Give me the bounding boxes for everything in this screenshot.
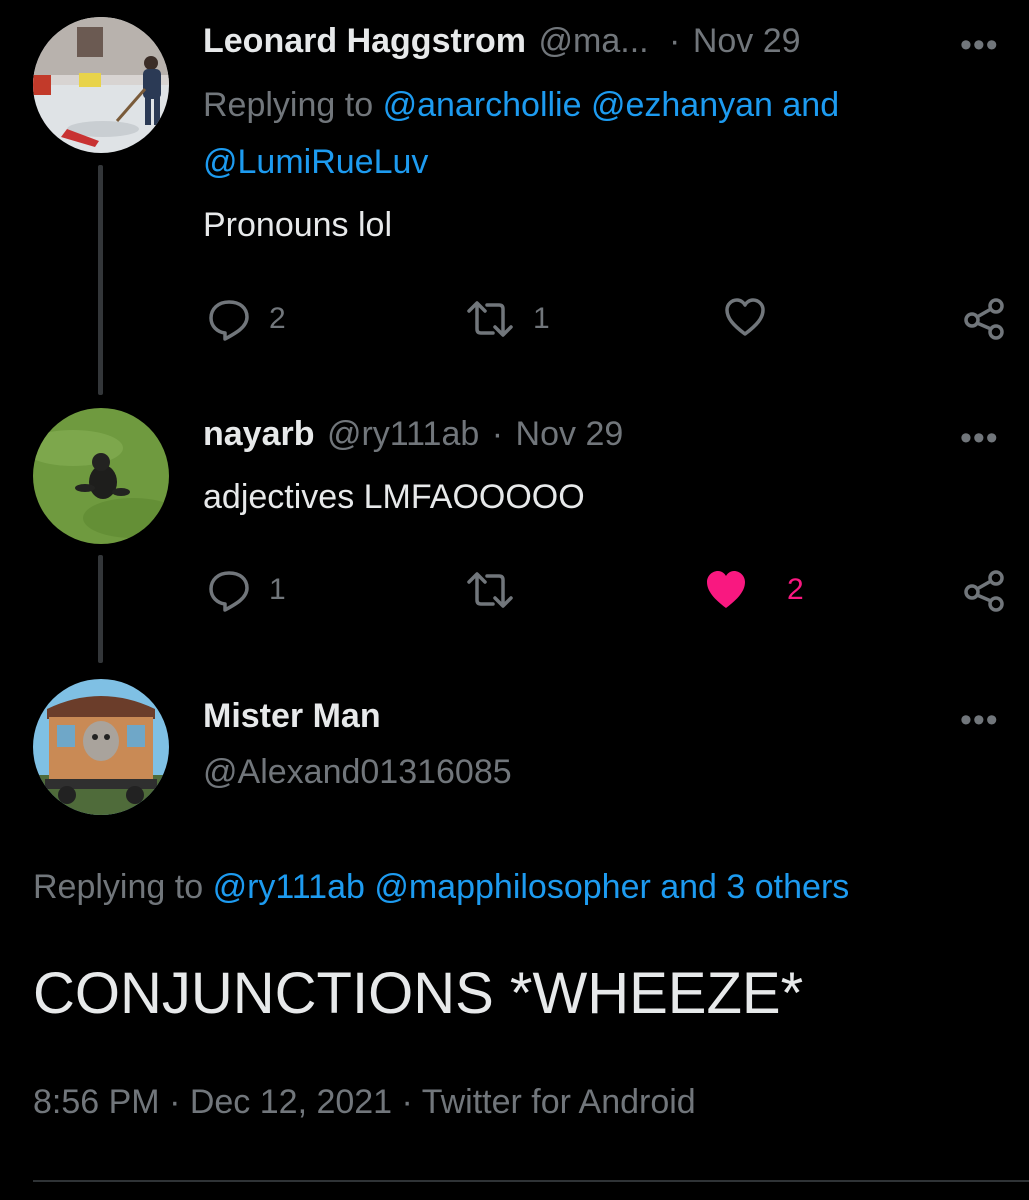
tweet-date[interactable]: Nov 29: [516, 415, 624, 453]
tweet-timestamp[interactable]: 8:56 PM · Dec 12, 2021 · Twitter for And…: [33, 1083, 696, 1122]
heart-icon: [707, 571, 745, 608]
like-button[interactable]: 2: [703, 568, 804, 612]
thread-line: [98, 165, 103, 395]
avatar[interactable]: [33, 408, 169, 544]
tweet-text: adjectives LMFAOOOOO: [203, 478, 585, 516]
retweet-count: 1: [533, 302, 550, 335]
avatar[interactable]: [33, 17, 169, 153]
replying-to-mentions[interactable]: @anarchollie @ezhanyan and: [383, 86, 840, 124]
display-name[interactable]: Mister Man: [203, 697, 381, 736]
reply-button[interactable]: 1: [207, 568, 286, 612]
like-button[interactable]: [723, 296, 785, 340]
replying-to-mentions[interactable]: @ry111ab @mapphilosopher and 3 others: [213, 868, 850, 906]
reply-icon: [209, 300, 249, 341]
replying-to: Replying to @anarchollie @ezhanyan and: [203, 86, 839, 125]
retweet-icon: [467, 572, 513, 608]
replying-to-label: Replying to: [33, 868, 204, 906]
retweet-button[interactable]: [465, 568, 533, 612]
divider: [33, 1180, 1029, 1182]
display-name[interactable]: Leonard Haggstrom: [203, 22, 526, 60]
handle[interactable]: @ry111ab: [327, 415, 479, 453]
tweet-text: CONJUNCTIONS *WHEEZE*: [33, 961, 804, 1026]
thread-line: [98, 555, 103, 663]
reply-button[interactable]: 2: [207, 297, 286, 341]
handle[interactable]: @ma...: [539, 22, 649, 60]
share-button[interactable]: [962, 296, 1006, 340]
share-icon: [964, 570, 1004, 612]
avatar[interactable]: [33, 679, 169, 815]
separator-dot: ·: [491, 415, 504, 453]
replying-to: Replying to @ry111ab @mapphilosopher and…: [33, 868, 849, 907]
share-icon: [964, 298, 1004, 340]
more-icon[interactable]: •••: [960, 419, 999, 458]
separator-dot: ·: [669, 22, 681, 60]
reply-icon: [209, 571, 249, 612]
replying-to-mentions[interactable]: @LumiRueLuv: [203, 143, 428, 182]
display-name[interactable]: nayarb: [203, 415, 315, 453]
like-count: 2: [787, 573, 804, 606]
tweet-header: Leonard Haggstrom @ma... · Nov 29: [203, 22, 801, 61]
tweet-date[interactable]: Nov 29: [693, 22, 801, 60]
retweet-button[interactable]: 1: [465, 297, 550, 341]
replying-to-label: Replying to: [203, 86, 374, 124]
more-icon[interactable]: •••: [960, 26, 999, 65]
share-button[interactable]: [962, 568, 1006, 612]
reply-count: 1: [269, 573, 286, 606]
more-icon[interactable]: •••: [960, 701, 999, 740]
reply-count: 2: [269, 302, 286, 335]
heart-icon: [725, 298, 765, 336]
tweet-header: nayarb @ry111ab · Nov 29: [203, 415, 623, 454]
retweet-icon: [467, 301, 513, 337]
handle[interactable]: @Alexand01316085: [203, 753, 512, 792]
tweet-text: Pronouns lol: [203, 206, 393, 244]
